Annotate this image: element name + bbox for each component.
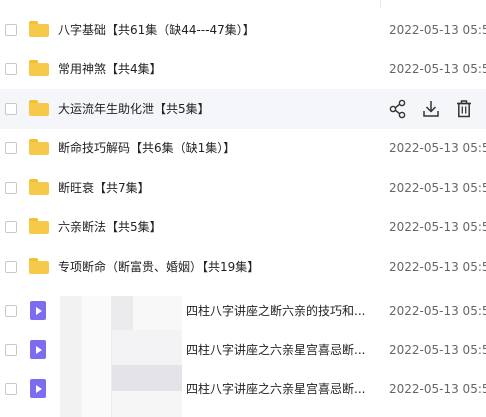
folder-row[interactable]: 常用神煞【共4集】 2022-05-13 05:59 [0,49,486,89]
redacted-area [112,330,182,417]
file-name[interactable]: 断旺衰【共7集】 [58,180,150,196]
modified-date: 2022-05-13 05:59 [389,141,486,155]
file-name[interactable]: 四柱八字讲座之断六亲的技巧和... [186,303,365,319]
file-name[interactable]: 大运流年生助化泄【共5集】 [58,101,210,117]
modified-date: 2022-05-13 05:59 [389,23,486,37]
modified-date: 2022-05-13 05:59 [389,382,486,396]
column-divider [380,0,381,8]
row-checkbox[interactable] [5,261,17,273]
file-name[interactable]: 专项断命（断富贵、婚姻）【共19集】 [58,259,259,275]
folder-row[interactable]: 八字基础【共61集（缺44---47集）】 2022-05-13 05:59 [0,10,486,50]
folder-icon [29,100,49,116]
file-name[interactable]: 常用神煞【共4集】 [58,61,162,77]
folder-row[interactable]: 六亲断法【共5集】 2022-05-13 05:59 [0,207,486,247]
folder-icon [29,179,49,195]
header-remnant [0,0,486,8]
folder-row[interactable]: 大运流年生助化泄【共5集】 [0,89,486,129]
row-checkbox[interactable] [5,24,17,36]
file-name[interactable]: 六亲断法【共5集】 [58,219,162,235]
file-name[interactable]: 八字基础【共61集（缺44---47集）】 [58,22,255,38]
row-checkbox[interactable] [5,142,17,154]
row-checkbox[interactable] [5,305,17,317]
modified-date: 2022-05-13 05:59 [389,220,486,234]
folder-icon [29,258,49,274]
video-file-icon [30,301,46,320]
folder-row[interactable]: 断旺衰【共7集】 2022-05-13 05:59 [0,168,486,208]
row-checkbox[interactable] [5,182,17,194]
folder-row[interactable]: 专项断命（断富贵、婚姻）【共19集】 2022-05-13 05:59 [0,247,486,287]
modified-date: 2022-05-13 05:59 [389,181,486,195]
video-file-icon [30,340,46,359]
share-icon[interactable] [388,98,408,120]
file-name[interactable]: 四柱八字讲座之六亲星宫喜忌断... [186,342,365,358]
folder-icon [29,218,49,234]
file-name[interactable]: 四柱八字讲座之六亲星宫喜忌断... [186,381,365,397]
modified-date: 2022-05-13 05:59 [389,260,486,274]
video-file-icon [30,379,46,398]
folder-icon [29,21,49,37]
trash-icon[interactable] [454,98,474,120]
folder-icon [29,60,49,76]
row-checkbox[interactable] [5,344,17,356]
download-icon[interactable] [421,98,441,120]
file-name[interactable]: 断命技巧解码【共6集（缺1集）】 [58,140,235,156]
row-checkbox[interactable] [5,383,17,395]
folder-icon [29,139,49,155]
row-checkbox[interactable] [5,63,17,75]
modified-date: 2022-05-13 05:59 [389,304,486,318]
row-checkbox[interactable] [5,221,17,233]
modified-date: 2022-05-13 05:59 [389,62,486,76]
modified-date: 2022-05-13 05:59 [389,343,486,357]
row-checkbox[interactable] [5,103,17,115]
folder-row[interactable]: 断命技巧解码【共6集（缺1集）】 2022-05-13 05:59 [0,128,486,168]
